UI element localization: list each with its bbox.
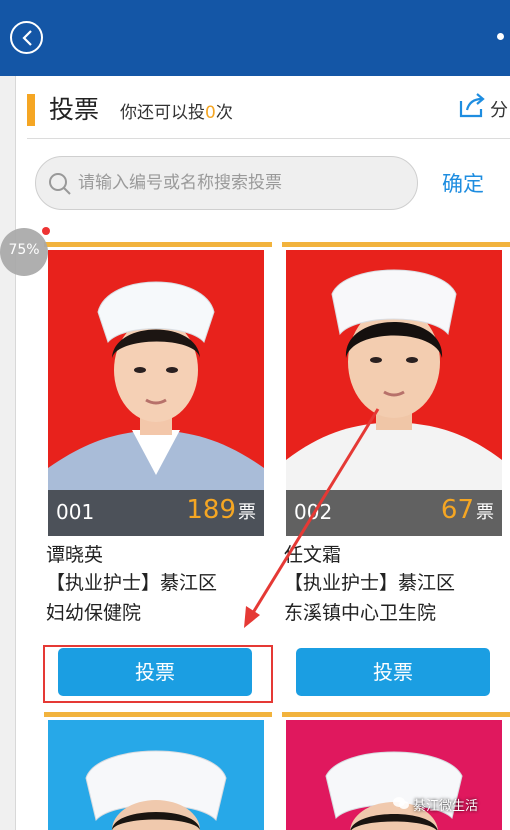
annotation-arrow: [244, 408, 380, 628]
wechat-icon: [393, 797, 409, 809]
annotation-highlight-box: [43, 645, 273, 703]
watermark-text: 綦江微生活: [413, 799, 479, 814]
